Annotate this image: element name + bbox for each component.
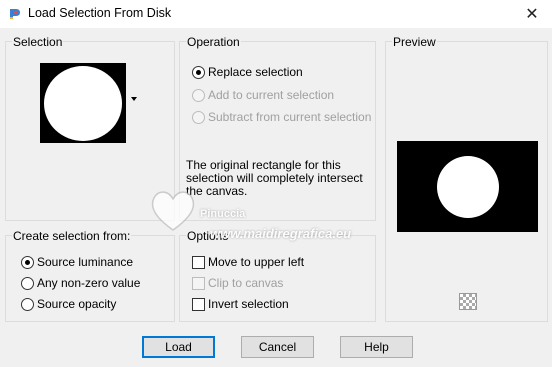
selection-thumbnail[interactable]: [40, 63, 126, 143]
transparency-checker-icon[interactable]: [459, 293, 477, 310]
checkbox-label: Invert selection: [208, 297, 289, 311]
close-icon[interactable]: ✕: [512, 0, 552, 28]
checkbox-invert-selection[interactable]: Invert selection: [192, 297, 289, 311]
create-from-group-label: Create selection from:: [12, 229, 132, 243]
operation-group-label: Operation: [186, 35, 241, 49]
radio-dot-icon: [21, 297, 34, 311]
title-bar: Load Selection From Disk ✕: [0, 0, 552, 28]
checkbox-label: Move to upper left: [208, 255, 305, 269]
checkbox-box-icon: [192, 276, 205, 290]
cancel-button[interactable]: Cancel: [241, 336, 314, 358]
checkbox-move-to-upper-left[interactable]: Move to upper left: [192, 255, 304, 269]
load-button[interactable]: Load: [142, 336, 215, 358]
radio-label: Source luminance: [37, 255, 134, 269]
radio-label: Replace selection: [208, 65, 303, 79]
radio-label: Source opacity: [37, 297, 117, 311]
options-group-label: Options: [186, 229, 230, 243]
radio-dot-icon: [192, 88, 205, 102]
radio-dot-icon: [192, 65, 205, 79]
radio-dot-icon: [21, 255, 34, 269]
checkbox-box-icon: [192, 297, 205, 311]
checkbox-box-icon: [192, 255, 205, 269]
checkbox-clip-to-canvas[interactable]: Clip to canvas: [192, 276, 283, 290]
app-icon: [8, 7, 22, 21]
radio-label: Subtract from current selection: [208, 110, 372, 124]
radio-label: Any non-zero value: [37, 276, 141, 290]
radio-subtract-from-current[interactable]: Subtract from current selection: [192, 110, 371, 124]
radio-dot-icon: [192, 110, 205, 124]
radio-source-luminance[interactable]: Source luminance: [21, 255, 133, 269]
radio-dot-icon: [21, 276, 34, 290]
radio-source-opacity[interactable]: Source opacity: [21, 297, 116, 311]
radio-replace-selection[interactable]: Replace selection: [192, 65, 303, 79]
window-title: Load Selection From Disk: [28, 6, 172, 20]
radio-add-to-current[interactable]: Add to current selection: [192, 88, 334, 102]
preview-group-label: Preview: [392, 35, 437, 49]
radio-label: Add to current selection: [208, 88, 335, 102]
preview-canvas: [397, 141, 538, 232]
operation-info-text: The original rectangle for this selectio…: [186, 158, 363, 198]
checkbox-label: Clip to canvas: [208, 276, 284, 290]
help-button[interactable]: Help: [340, 336, 413, 358]
radio-any-non-zero[interactable]: Any non-zero value: [21, 276, 140, 290]
selection-group-label: Selection: [12, 35, 64, 49]
chevron-down-icon[interactable]: [131, 97, 137, 101]
